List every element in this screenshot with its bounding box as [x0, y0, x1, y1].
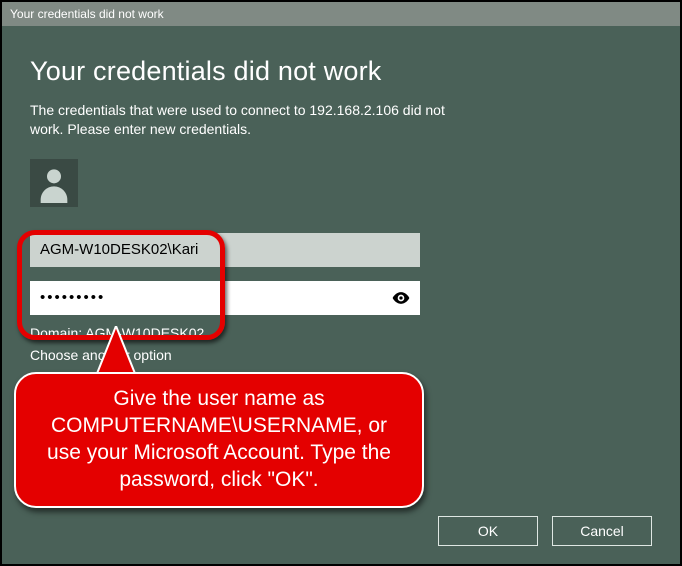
- password-wrapper: [30, 281, 420, 315]
- annotation-text: Give the user name as COMPUTERNAME\USERN…: [47, 387, 391, 491]
- username-field[interactable]: [30, 233, 420, 267]
- button-row: OK Cancel: [438, 516, 652, 546]
- avatar: [30, 159, 78, 207]
- reveal-password-icon[interactable]: [390, 287, 412, 309]
- ok-button[interactable]: OK: [438, 516, 538, 546]
- credential-dialog: Your credentials did not work The creden…: [2, 26, 680, 564]
- page-title: Your credentials did not work: [30, 56, 652, 87]
- titlebar-text: Your credentials did not work: [10, 7, 164, 21]
- error-message: The credentials that were used to connec…: [30, 101, 460, 139]
- user-icon: [34, 163, 74, 203]
- cancel-button[interactable]: Cancel: [552, 516, 652, 546]
- titlebar: Your credentials did not work: [2, 2, 680, 26]
- password-field[interactable]: [30, 281, 420, 315]
- annotation-callout: Give the user name as COMPUTERNAME\USERN…: [14, 372, 424, 508]
